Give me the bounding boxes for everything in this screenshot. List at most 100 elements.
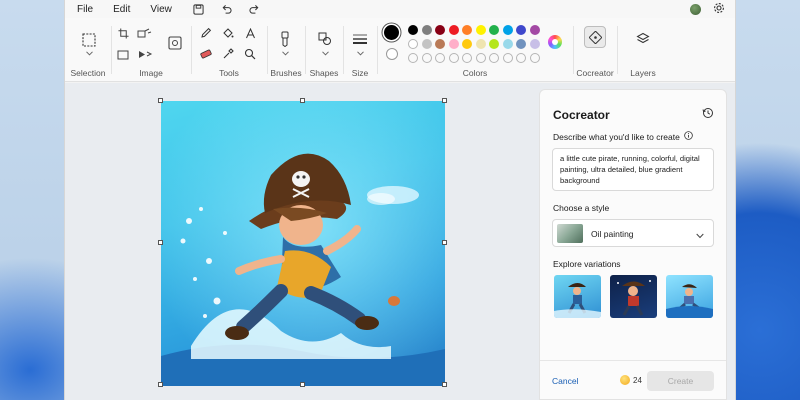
info-icon[interactable] [684, 131, 693, 142]
style-value: Oil painting [591, 229, 634, 239]
variation-thumbnail[interactable] [666, 275, 713, 318]
shapes-icon[interactable] [317, 31, 333, 47]
selection-group-label: Selection [70, 68, 106, 78]
chevron-down-icon[interactable] [84, 49, 94, 57]
account-avatar[interactable] [690, 4, 701, 15]
chevron-down-icon[interactable] [280, 49, 290, 57]
resize-icon[interactable] [136, 26, 154, 40]
variation-thumbnail[interactable] [610, 275, 657, 318]
resize-handle[interactable] [158, 382, 163, 387]
custom-color-slot[interactable] [448, 53, 459, 63]
credits-count: 24 [633, 375, 642, 385]
tools-group-label: Tools [219, 68, 239, 78]
image-group-label: Image [139, 68, 163, 78]
resize-handle[interactable] [300, 98, 305, 103]
color-swatch[interactable] [421, 39, 432, 49]
flip-icon[interactable] [136, 47, 154, 61]
credits-coin-icon [620, 375, 630, 385]
undo-icon[interactable] [220, 2, 234, 16]
menu-bar: File Edit View [65, 0, 735, 18]
color-swatch[interactable] [489, 25, 499, 35]
custom-color-slot[interactable] [489, 53, 499, 63]
custom-color-slot[interactable] [516, 53, 526, 63]
colors-group: Colors [377, 18, 573, 82]
resize-handle[interactable] [442, 98, 447, 103]
color-swatch[interactable] [421, 25, 432, 35]
text-tool-icon[interactable] [243, 26, 257, 40]
color-swatch[interactable] [408, 39, 418, 49]
cocreator-panel: Cocreator Describe what you'd like to cr… [539, 89, 727, 400]
cancel-button[interactable]: Cancel [552, 376, 578, 386]
custom-color-slot[interactable] [462, 53, 472, 63]
custom-color-slot[interactable] [421, 53, 432, 63]
magnifier-icon[interactable] [243, 47, 257, 61]
image-group: Image [111, 18, 191, 82]
color-swatch[interactable] [475, 25, 486, 35]
prompt-textarea[interactable]: a little cute pirate, running, colorful,… [552, 148, 714, 191]
resize-handle[interactable] [442, 240, 447, 245]
layers-icon[interactable] [635, 31, 651, 47]
create-button[interactable]: Create [647, 371, 714, 391]
chevron-down-icon [696, 230, 704, 242]
color-swatch[interactable] [489, 39, 499, 49]
style-dropdown[interactable]: Oil painting [552, 219, 714, 247]
image-adjust-icon[interactable] [167, 35, 183, 51]
settings-gear-icon[interactable] [713, 2, 725, 17]
credits-indicator: 24 [620, 375, 642, 385]
color-swatch[interactable] [516, 39, 526, 49]
panel-footer: Cancel 24 Create [540, 360, 726, 400]
color-swatch[interactable] [462, 25, 472, 35]
secondary-color-swatch[interactable] [386, 48, 398, 60]
style-thumbnail [557, 224, 583, 243]
variations-label: Explore variations [553, 259, 621, 269]
menu-edit[interactable]: Edit [113, 4, 130, 15]
custom-color-slot[interactable] [475, 53, 486, 63]
color-swatch[interactable] [529, 25, 540, 35]
color-swatch[interactable] [435, 39, 445, 49]
redo-icon[interactable] [248, 2, 262, 16]
color-swatch[interactable] [448, 39, 459, 49]
color-swatch[interactable] [448, 25, 459, 35]
cocreator-group-label: Cocreator [576, 68, 614, 78]
resize-handle[interactable] [442, 382, 447, 387]
resize-handle[interactable] [158, 240, 163, 245]
describe-label-row: Describe what you'd like to create [553, 131, 693, 142]
pencil-icon[interactable] [199, 26, 213, 40]
brushes-group: Brushes [267, 18, 305, 82]
image-crop-select-icon[interactable] [116, 47, 130, 61]
resize-handle[interactable] [300, 382, 305, 387]
crop-icon[interactable] [116, 26, 130, 40]
save-icon[interactable] [192, 2, 206, 16]
custom-color-slot[interactable] [408, 53, 418, 63]
custom-color-slot[interactable] [502, 53, 513, 63]
eraser-icon[interactable] [199, 47, 213, 61]
canvas-image-pirate[interactable] [161, 101, 445, 386]
edit-colors-icon[interactable] [548, 35, 562, 49]
history-icon[interactable] [702, 107, 714, 122]
variation-thumbnail[interactable] [554, 275, 601, 318]
color-swatch[interactable] [529, 39, 540, 49]
cocreator-group: Cocreator [573, 18, 617, 82]
line-size-icon[interactable] [351, 32, 369, 46]
chevron-down-icon[interactable] [320, 49, 330, 57]
menu-file[interactable]: File [77, 4, 93, 15]
custom-color-slot[interactable] [435, 53, 445, 63]
color-swatch[interactable] [462, 39, 472, 49]
fill-bucket-icon[interactable] [221, 26, 235, 40]
color-swatch[interactable] [502, 25, 513, 35]
color-swatch[interactable] [516, 25, 526, 35]
menu-view[interactable]: View [150, 4, 172, 15]
chevron-down-icon[interactable] [355, 49, 365, 57]
color-picker-icon[interactable] [221, 47, 235, 61]
brush-icon[interactable] [277, 30, 293, 48]
primary-color-swatch[interactable] [384, 25, 399, 40]
color-swatch[interactable] [475, 39, 486, 49]
color-swatch[interactable] [435, 25, 445, 35]
resize-handle[interactable] [158, 98, 163, 103]
selection-rectangle-icon[interactable] [81, 32, 97, 48]
layers-group: Layers [617, 18, 669, 82]
custom-color-slot[interactable] [529, 53, 540, 63]
color-swatch[interactable] [408, 25, 418, 35]
cocreator-icon[interactable] [584, 26, 606, 48]
color-swatch[interactable] [502, 39, 513, 49]
